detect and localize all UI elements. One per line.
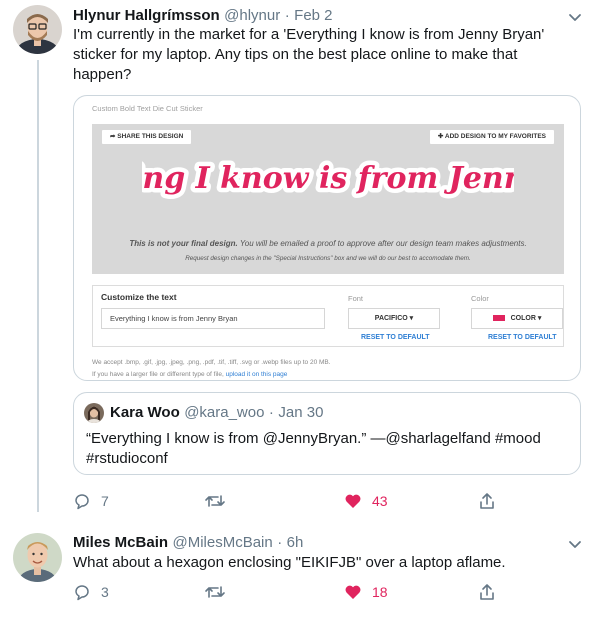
author-handle[interactable]: @hlynur xyxy=(224,7,280,24)
request-note: Request design changes in the "Special I… xyxy=(185,255,471,262)
retweet-icon xyxy=(205,586,225,598)
color-reset-link: RESET TO DEFAULT xyxy=(488,334,557,341)
heart-icon xyxy=(345,585,361,599)
upload-note: If you have a larger file or different t… xyxy=(92,371,287,378)
like-count: 18 xyxy=(372,584,388,600)
tweet-image[interactable]: Custom Bold Text Die Cut Sticker ➦ SHARE… xyxy=(73,95,581,381)
separator-dot: · xyxy=(268,404,274,421)
disclaimer: This is not your final design. You will … xyxy=(92,239,564,248)
upload-link: upload it on this page xyxy=(225,371,288,378)
like-count: 43 xyxy=(372,493,388,509)
share-icon: ➦ xyxy=(110,133,116,140)
favorites-label: ADD DESIGN TO MY FAVORITES xyxy=(444,133,546,140)
reply-icon xyxy=(75,494,89,510)
reply-count: 3 xyxy=(101,584,109,600)
color-label: Color xyxy=(471,294,489,303)
disclaimer-rest: You will be emailed a proof to approve a… xyxy=(237,239,527,248)
share-button[interactable] xyxy=(478,583,506,601)
font-select: PACIFICO ▾ xyxy=(348,308,440,329)
customize-panel: Customize the text Everything I know is … xyxy=(92,285,564,347)
accepted-files-note: We accept .bmp, .gif, .jpg, .jpeg, .png,… xyxy=(92,359,331,366)
sticker-text: Everything I know is from Jenny Bryan xyxy=(142,161,514,196)
avatar-miles[interactable] xyxy=(13,533,62,582)
chevron-down-icon[interactable] xyxy=(566,535,584,553)
like-button[interactable]: 43 xyxy=(344,492,388,510)
share-button[interactable] xyxy=(478,492,506,510)
thread-line xyxy=(37,60,39,512)
quote-author-name: Kara Woo xyxy=(110,404,180,421)
plus-icon: ✚ xyxy=(437,133,444,140)
reply-button[interactable]: 7 xyxy=(73,492,109,510)
share-label: SHARE THIS DESIGN xyxy=(117,133,184,140)
tweet-text: I'm currently in the market for a 'Every… xyxy=(73,25,593,85)
quote-header: Kara Woo @kara_woo · Jan 30 xyxy=(110,404,323,422)
quote-text: “Everything I know is from @JennyBryan.”… xyxy=(86,429,566,469)
retweet-button[interactable] xyxy=(204,583,236,601)
sticker-art: Everything I know is from Jenny Bryan Ev… xyxy=(142,157,514,201)
like-button[interactable]: 18 xyxy=(344,583,388,601)
quote-author-handle: @kara_woo xyxy=(184,404,265,421)
sticker-preview: ➦ SHARE THIS DESIGN ✚ ADD DESIGN TO MY F… xyxy=(92,124,564,274)
reply-button[interactable]: 3 xyxy=(73,583,109,601)
author-handle[interactable]: @MilesMcBain xyxy=(172,534,272,551)
font-label: Font xyxy=(348,294,364,303)
retweet-icon xyxy=(205,495,225,507)
tweet-date[interactable]: 6h xyxy=(287,534,304,551)
separator-dot: · xyxy=(284,7,290,24)
chevron-down-icon[interactable] xyxy=(566,8,584,26)
author-name[interactable]: Hlynur Hallgrímsson xyxy=(73,7,220,24)
upload-note-prefix: If you have a larger file or different t… xyxy=(92,371,226,378)
color-select: COLOR ▾ xyxy=(471,308,563,329)
author-name[interactable]: Miles McBain xyxy=(73,534,168,551)
customize-text-field: Everything I know is from Jenny Bryan xyxy=(101,308,325,329)
add-favorites-button: ✚ ADD DESIGN TO MY FAVORITES xyxy=(429,130,554,144)
reply-count: 7 xyxy=(101,493,109,509)
tweet-date[interactable]: Feb 2 xyxy=(294,7,332,24)
heart-icon xyxy=(345,494,361,508)
separator-dot: · xyxy=(277,534,283,551)
tweet-text-line: I'm currently in the market for a 'Every… xyxy=(73,26,545,43)
color-swatch xyxy=(492,315,505,322)
tweet-text-line: happen? xyxy=(73,66,132,83)
avatar-hlynur[interactable] xyxy=(13,5,62,54)
tweet1-header: Hlynur Hallgrímsson @hlynur · Feb 2 xyxy=(73,7,333,25)
tweet2-header: Miles McBain @MilesMcBain · 6h xyxy=(73,534,303,552)
share-icon xyxy=(480,493,494,509)
retweet-button[interactable] xyxy=(204,492,236,510)
quote-text-line: #rstudioconf xyxy=(86,450,168,467)
tweet-text-line: sticker for my laptop. Any tips on the b… xyxy=(73,46,518,63)
avatar-kara xyxy=(84,403,104,423)
card-title: Custom Bold Text Die Cut Sticker xyxy=(92,104,203,113)
share-design-button: ➦ SHARE THIS DESIGN xyxy=(102,130,192,144)
disclaimer-bold: This is not your final design. xyxy=(129,239,238,248)
quoted-tweet[interactable]: Kara Woo @kara_woo · Jan 30 “Everything … xyxy=(73,392,581,475)
quote-text-line: “Everything I know is from @JennyBryan.”… xyxy=(86,430,541,447)
share-icon xyxy=(480,584,494,600)
quote-date: Jan 30 xyxy=(278,404,324,421)
color-select-label: COLOR ▾ xyxy=(510,315,542,322)
tweet-text: What about a hexagon enclosing "EIKIFJB"… xyxy=(73,554,506,571)
font-reset-link: RESET TO DEFAULT xyxy=(361,334,430,341)
reply-icon xyxy=(75,585,89,601)
customize-label: Customize the text xyxy=(101,292,177,302)
